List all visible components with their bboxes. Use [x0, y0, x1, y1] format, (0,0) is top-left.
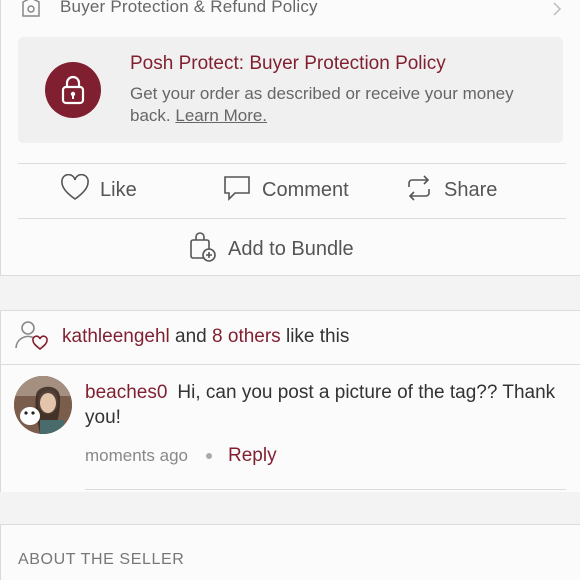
listing-detail-page: Buyer Protection & Refund Policy Posh Pr… [0, 0, 580, 580]
other-likers-link[interactable]: 8 others [212, 326, 281, 347]
separator-dot [206, 453, 212, 459]
likes-text: kathleengehl and 8 others like this [62, 326, 349, 348]
comment-icon [222, 173, 252, 208]
reply-link[interactable]: Reply [228, 445, 277, 467]
add-to-bundle-label: Add to Bundle [228, 237, 354, 260]
comment-timestamp: moments ago [85, 446, 188, 465]
comment-label: Comment [262, 178, 349, 201]
divider [0, 524, 580, 525]
like-label: Like [100, 178, 137, 201]
learn-more-link[interactable]: Learn More. [175, 106, 267, 125]
add-to-bundle-button[interactable]: Add to Bundle [188, 231, 354, 268]
commenter-username-link[interactable]: beaches0 [85, 382, 167, 403]
divider [18, 218, 566, 219]
divider [0, 310, 580, 311]
user-heart-icon [14, 318, 50, 357]
divider [85, 489, 566, 490]
share-icon [404, 173, 434, 208]
section-gap [0, 276, 580, 310]
lock-icon [45, 62, 101, 118]
likes-suffix-text: like this [285, 326, 350, 347]
posh-protect-description: Get your order as described or receive y… [130, 83, 550, 127]
share-label: Share [444, 178, 498, 201]
likes-summary: kathleengehl and 8 others like this [14, 320, 349, 354]
divider [18, 163, 566, 164]
comment-meta: moments ago Reply [85, 445, 277, 467]
about-seller-heading: ABOUT THE SELLER [18, 551, 185, 568]
liker-username-link[interactable]: kathleengehl [62, 326, 170, 347]
like-button[interactable]: Like [60, 170, 137, 210]
bundle-icon [188, 231, 218, 268]
posh-protect-card: Posh Protect: Buyer Protection Policy Ge… [18, 37, 563, 143]
section-gap [0, 492, 580, 524]
comment-button[interactable]: Comment [222, 170, 349, 210]
heart-icon [60, 173, 90, 207]
likes-and-text: and [175, 326, 207, 347]
shield-icon [18, 0, 44, 20]
divider [0, 364, 580, 365]
buyer-protection-label: Buyer Protection & Refund Policy [60, 0, 318, 16]
buyer-protection-row[interactable]: Buyer Protection & Refund Policy [0, 0, 580, 22]
comment-body: beaches0 Hi, can you post a picture of th… [85, 380, 565, 430]
chevron-right-icon [550, 1, 564, 17]
posh-protect-title: Posh Protect: Buyer Protection Policy [130, 53, 446, 74]
avatar[interactable] [14, 376, 72, 434]
share-button[interactable]: Share [404, 170, 497, 210]
